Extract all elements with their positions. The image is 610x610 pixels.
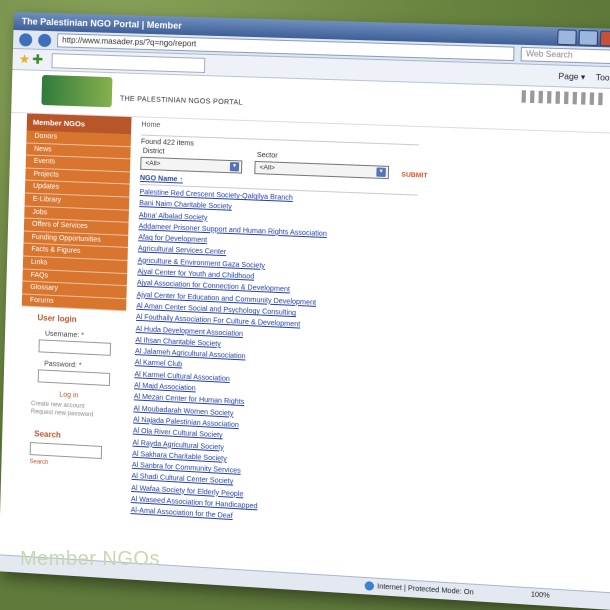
maximize-icon[interactable] — [578, 29, 599, 46]
window-controls — [557, 29, 610, 47]
header-graphic — [521, 90, 608, 106]
zoom-level[interactable]: 100% — [531, 591, 550, 599]
district-value: <All> — [145, 159, 161, 168]
site-search-input[interactable] — [29, 442, 103, 460]
site-logo[interactable] — [41, 74, 113, 108]
browser-window: The Palestinian NGO Portal | Member http… — [0, 12, 610, 610]
search-button[interactable]: Search — [29, 459, 121, 470]
browser-tab[interactable] — [50, 52, 205, 73]
user-login-block: User login Username: * Password: * Log i… — [17, 313, 126, 471]
page-menu[interactable]: Page ▾ — [558, 71, 585, 81]
web-search-input[interactable]: Web Search — [520, 46, 610, 65]
username-field[interactable] — [38, 339, 112, 357]
main-content: Home Found 422 items District <All> ▾ Se… — [120, 117, 610, 545]
chevron-down-icon: ▾ — [376, 167, 386, 177]
sidebar: Member NGOs Donors News Events Projects … — [16, 113, 132, 516]
district-select[interactable]: <All> ▾ — [140, 156, 243, 174]
search-title: Search — [34, 429, 61, 441]
login-button[interactable]: Log in — [59, 392, 124, 402]
password-field[interactable] — [37, 369, 111, 387]
ngo-list: Palestine Red Crescent Society-Qalqilya … — [130, 187, 610, 545]
sector-value: <All> — [259, 164, 275, 172]
window-title: The Palestinian NGO Portal | Member — [21, 16, 182, 31]
tools-menu[interactable]: Tools ▾ — [596, 72, 610, 82]
forward-icon[interactable] — [37, 33, 52, 47]
close-icon[interactable] — [599, 30, 610, 47]
security-zone: Internet | Protected Mode: On — [364, 581, 474, 597]
favorites-star-icon[interactable]: ★ — [18, 51, 30, 67]
back-icon[interactable] — [19, 32, 33, 47]
zone-text: Internet | Protected Mode: On — [377, 583, 474, 597]
caption: Member NGOs — [20, 548, 160, 570]
globe-icon — [364, 581, 375, 591]
add-favorite-icon[interactable]: ✚ — [32, 52, 43, 68]
sidebar-menu: Donors News Events Projects Updates E-Li… — [21, 130, 132, 312]
minimize-icon[interactable] — [557, 29, 577, 46]
login-title: User login — [37, 313, 77, 325]
submit-button[interactable]: SUBMIT — [401, 171, 427, 180]
chevron-down-icon: ▾ — [229, 162, 240, 172]
sector-select[interactable]: <All> ▾ — [254, 160, 390, 180]
site-title: THE PALESTINIAN NGOS PORTAL — [119, 95, 243, 107]
